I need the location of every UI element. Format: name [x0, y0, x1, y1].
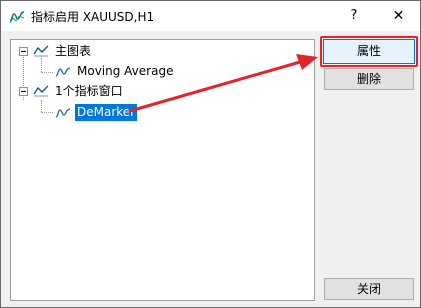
collapse-icon[interactable]	[19, 87, 28, 96]
tree-node-demarker[interactable]: DeMarker	[11, 104, 231, 121]
tree-node-main-chart[interactable]: 主图表	[11, 43, 211, 60]
chart-window-icon	[33, 85, 49, 97]
window-title: 指标启用 XAUUSD,H1	[31, 10, 155, 24]
tree-node-indicator-window[interactable]: 1个指标窗口	[11, 83, 211, 100]
indicator-icon	[9, 9, 25, 24]
close-window-button[interactable]: ✕	[377, 1, 420, 31]
tree-node-label: Moving Average	[77, 64, 174, 78]
title-bar: 指标启用 XAUUSD,H1 ? ✕	[1, 1, 420, 31]
close-button-label: 关闭	[356, 282, 381, 296]
indicators-dialog: 指标启用 XAUUSD,H1 ? ✕ 主图表 Moving Average 1个…	[0, 0, 421, 308]
close-button[interactable]: 关闭	[324, 278, 414, 300]
tree-node-label: 主图表	[55, 44, 92, 58]
indicator-icon	[55, 107, 71, 119]
tree-node-label: 1个指标窗口	[55, 84, 123, 98]
delete-button[interactable]: 删除	[324, 68, 414, 90]
tree-node-label-selected: DeMarker	[75, 104, 138, 121]
indicator-icon	[55, 66, 71, 78]
collapse-icon[interactable]	[19, 47, 28, 56]
tree-node-moving-average[interactable]: Moving Average	[11, 63, 231, 80]
help-button[interactable]: ?	[334, 1, 374, 31]
properties-button-label: 属性	[356, 44, 381, 58]
delete-button-label: 删除	[356, 72, 381, 86]
indicator-tree[interactable]: 主图表 Moving Average 1个指标窗口 DeMarker	[10, 39, 315, 301]
chart-window-icon	[33, 45, 49, 57]
properties-button[interactable]: 属性	[323, 39, 415, 64]
